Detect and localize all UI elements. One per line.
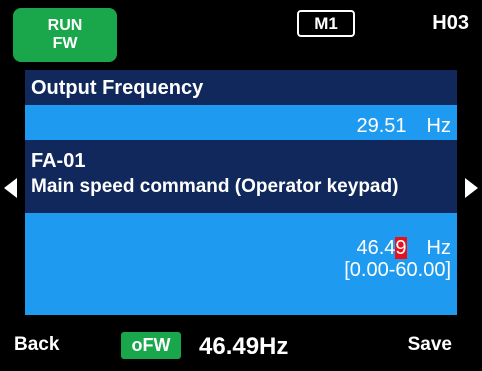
parameter-code: FA-01 xyxy=(31,150,86,172)
parameter-range: [0.00-60.00] xyxy=(344,259,451,281)
frequency-readout: 46.49Hz xyxy=(199,333,289,360)
motor-mode-indicator: M1 xyxy=(297,10,355,37)
parameter-unit: Hz xyxy=(426,237,451,259)
run-status-label: RUN xyxy=(47,17,83,34)
screen-code: H03 xyxy=(432,12,469,34)
monitor-title: Output Frequency xyxy=(25,70,457,105)
run-direction-label: FW xyxy=(52,35,78,52)
parameter-description: Main speed command (Operator keypad) xyxy=(31,176,399,197)
direction-badge: oFW xyxy=(121,332,181,359)
parameter-edit-field[interactable]: 46.49 Hz [0.00-60.00] xyxy=(25,213,457,315)
back-button[interactable]: Back xyxy=(14,334,59,356)
keypad-screen: RUN FW M1 H03 Output Frequency 29.51 Hz F… xyxy=(0,0,482,371)
next-page-arrow-icon[interactable] xyxy=(465,178,478,198)
edit-cursor-digit[interactable]: 9 xyxy=(395,237,407,259)
main-panel: Output Frequency 29.51 Hz FA-01 Main spee… xyxy=(25,70,457,315)
previous-page-arrow-icon[interactable] xyxy=(4,178,17,198)
parameter-value-line[interactable]: 46.49 Hz xyxy=(25,237,451,259)
parameter-value: 46.4 xyxy=(356,237,396,259)
parameter-header: FA-01 Main speed command (Operator keypa… xyxy=(25,140,457,213)
monitor-value-row: 29.51 Hz xyxy=(25,105,457,140)
monitor-value: 29.51 xyxy=(356,115,407,137)
run-status-badge: RUN FW xyxy=(13,8,117,62)
monitor-unit: Hz xyxy=(426,115,451,137)
save-button[interactable]: Save xyxy=(408,334,452,356)
